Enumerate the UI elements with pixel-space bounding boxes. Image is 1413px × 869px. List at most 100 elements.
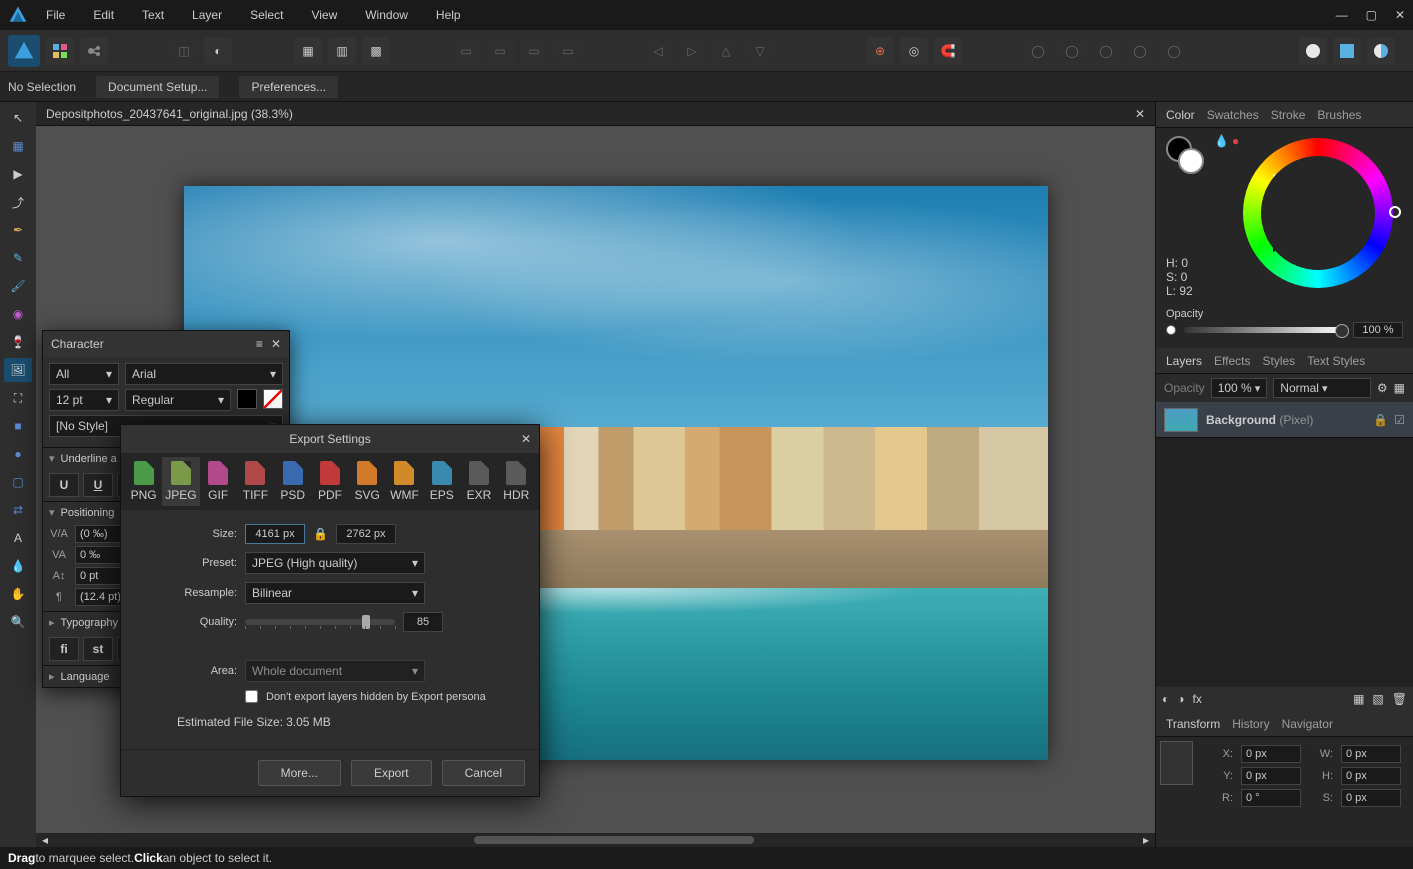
eyedropper-tool[interactable]: 💧 xyxy=(4,554,32,578)
tool-order-1[interactable]: ▭ xyxy=(452,37,480,65)
tool-order-4[interactable]: ▭ xyxy=(554,37,582,65)
crop-tool[interactable]: ⛶ xyxy=(4,386,32,410)
menu-view[interactable]: View xyxy=(311,8,337,22)
format-tiff[interactable]: TIFF xyxy=(237,457,274,506)
tool-bool-5[interactable]: ◯ xyxy=(1160,37,1188,65)
blend-mode[interactable]: Normal ▾ xyxy=(1273,378,1371,398)
tab-stroke[interactable]: Stroke xyxy=(1271,108,1306,122)
format-pdf[interactable]: PDF xyxy=(311,457,348,506)
export-height[interactable] xyxy=(336,524,396,544)
tool-bool-3[interactable]: ◯ xyxy=(1092,37,1120,65)
adjust-icon[interactable]: ◑ xyxy=(1177,692,1184,706)
format-svg[interactable]: SVG xyxy=(349,457,386,506)
horizontal-scrollbar[interactable]: ◂▸ xyxy=(36,833,1155,847)
delete-layer-icon[interactable]: 🗑 xyxy=(1392,692,1407,706)
tool-grid-1[interactable]: ▦ xyxy=(294,37,322,65)
tool-bool-4[interactable]: ◯ xyxy=(1126,37,1154,65)
preferences-button[interactable]: Preferences... xyxy=(239,76,338,98)
transform-y[interactable] xyxy=(1241,767,1301,785)
color-dot-icon[interactable]: ● xyxy=(1232,134,1239,148)
fill-tool[interactable]: ◉ xyxy=(4,302,32,326)
opacity-value[interactable]: 100 % xyxy=(1353,322,1403,338)
tab-transform[interactable]: Transform xyxy=(1166,717,1220,731)
tab-history[interactable]: History xyxy=(1232,717,1269,731)
hide-layers-checkbox[interactable] xyxy=(245,690,258,703)
font-weight[interactable]: Regular▾ xyxy=(125,389,231,411)
tool-flip-1[interactable]: ◁ xyxy=(644,37,672,65)
quality-value[interactable] xyxy=(403,612,443,632)
tab-brushes[interactable]: Brushes xyxy=(1317,108,1361,122)
typo-1[interactable]: fi xyxy=(49,637,79,661)
anchor-selector[interactable] xyxy=(1160,741,1193,785)
fx-icon[interactable]: fx xyxy=(1193,692,1202,706)
swap-tool[interactable]: ⇄ xyxy=(4,498,32,522)
layer-row[interactable]: Background (Pixel) 🔒☑ xyxy=(1156,402,1413,438)
tool-order-3[interactable]: ▭ xyxy=(520,37,548,65)
tool-bool-1[interactable]: ◯ xyxy=(1024,37,1052,65)
close-icon[interactable]: ✕ xyxy=(1395,8,1405,22)
tool-align-1[interactable]: ◫ xyxy=(170,37,198,65)
maximize-icon[interactable]: ▢ xyxy=(1366,8,1377,22)
document-setup-button[interactable]: Document Setup... xyxy=(96,76,219,98)
transparency-tool[interactable]: 🍷 xyxy=(4,330,32,354)
menu-select[interactable]: Select xyxy=(250,8,283,22)
brush-tool[interactable]: 🖌 xyxy=(4,274,32,298)
format-gif[interactable]: GIF xyxy=(200,457,237,506)
tool-flip-3[interactable]: △ xyxy=(712,37,740,65)
mask-icon[interactable]: ◐ xyxy=(1162,692,1169,706)
layer-opacity[interactable]: 100 % ▾ xyxy=(1211,378,1268,398)
export-resample[interactable]: Bilinear▾ xyxy=(245,582,425,604)
tool-snap-2[interactable]: ◎ xyxy=(900,37,928,65)
persona-pixel[interactable] xyxy=(46,37,74,65)
visibility-icon[interactable]: ☑ xyxy=(1394,413,1405,427)
export-cancel-button[interactable]: Cancel xyxy=(442,760,525,786)
rounded-tool[interactable]: ▢ xyxy=(4,470,32,494)
menu-layer[interactable]: Layer xyxy=(192,8,222,22)
tool-grid-2[interactable]: ▥ xyxy=(328,37,356,65)
corner-tool[interactable]: ⤴ xyxy=(4,190,32,214)
tab-color[interactable]: Color xyxy=(1166,108,1195,122)
font-filter[interactable]: All▾ xyxy=(49,363,119,385)
menu-text[interactable]: Text xyxy=(142,8,164,22)
pen-tool[interactable]: ✒ xyxy=(4,218,32,242)
tab-styles[interactable]: Styles xyxy=(1263,354,1296,368)
minimize-icon[interactable]: — xyxy=(1336,8,1348,22)
menu-window[interactable]: Window xyxy=(365,8,408,22)
zoom-tool[interactable]: 🔍 xyxy=(4,610,32,634)
persona-export[interactable] xyxy=(80,37,108,65)
add-layer-icon[interactable]: ▦ xyxy=(1353,692,1364,706)
tool-snap-1[interactable]: ⊕ xyxy=(866,37,894,65)
panel-menu-icon[interactable]: ≡ xyxy=(256,337,263,351)
document-tab[interactable]: Depositphotos_20437641_original.jpg (38.… xyxy=(36,102,1155,126)
tab-swatches[interactable]: Swatches xyxy=(1207,108,1259,122)
wheel-marker[interactable] xyxy=(1389,206,1401,218)
format-psd[interactable]: PSD xyxy=(274,457,311,506)
transform-s[interactable] xyxy=(1341,789,1401,807)
tool-align-2[interactable]: ◐ xyxy=(204,37,232,65)
underline-none-button[interactable]: U xyxy=(49,473,79,497)
format-eps[interactable]: EPS xyxy=(423,457,460,506)
export-width[interactable] xyxy=(245,524,305,544)
format-wmf[interactable]: WMF xyxy=(386,457,423,506)
export-preset[interactable]: JPEG (High quality)▾ xyxy=(245,552,425,574)
font-size[interactable]: 12 pt▾ xyxy=(49,389,119,411)
tab-layers[interactable]: Layers xyxy=(1166,354,1202,368)
tool-order-2[interactable]: ▭ xyxy=(486,37,514,65)
view-mode-2[interactable] xyxy=(1333,37,1361,65)
tool-grid-3[interactable]: ▩ xyxy=(362,37,390,65)
tool-snap-3[interactable]: 🧲 xyxy=(934,37,962,65)
lock-aspect-icon[interactable]: 🔒 xyxy=(313,527,328,541)
menu-file[interactable]: File xyxy=(46,8,65,22)
add-pixel-icon[interactable]: ▧ xyxy=(1372,692,1383,706)
document-tab-close-icon[interactable]: ✕ xyxy=(1135,107,1145,121)
transform-x[interactable] xyxy=(1241,745,1301,763)
export-more-button[interactable]: More... xyxy=(258,760,341,786)
text-tool[interactable]: A xyxy=(4,526,32,550)
tab-navigator[interactable]: Navigator xyxy=(1282,717,1333,731)
typo-2[interactable]: st xyxy=(83,637,113,661)
tab-effects[interactable]: Effects xyxy=(1214,354,1250,368)
transform-h[interactable] xyxy=(1341,767,1401,785)
font-family[interactable]: Arial▾ xyxy=(125,363,283,385)
tool-flip-4[interactable]: ▽ xyxy=(746,37,774,65)
gear-icon[interactable]: ⚙ xyxy=(1377,381,1388,395)
